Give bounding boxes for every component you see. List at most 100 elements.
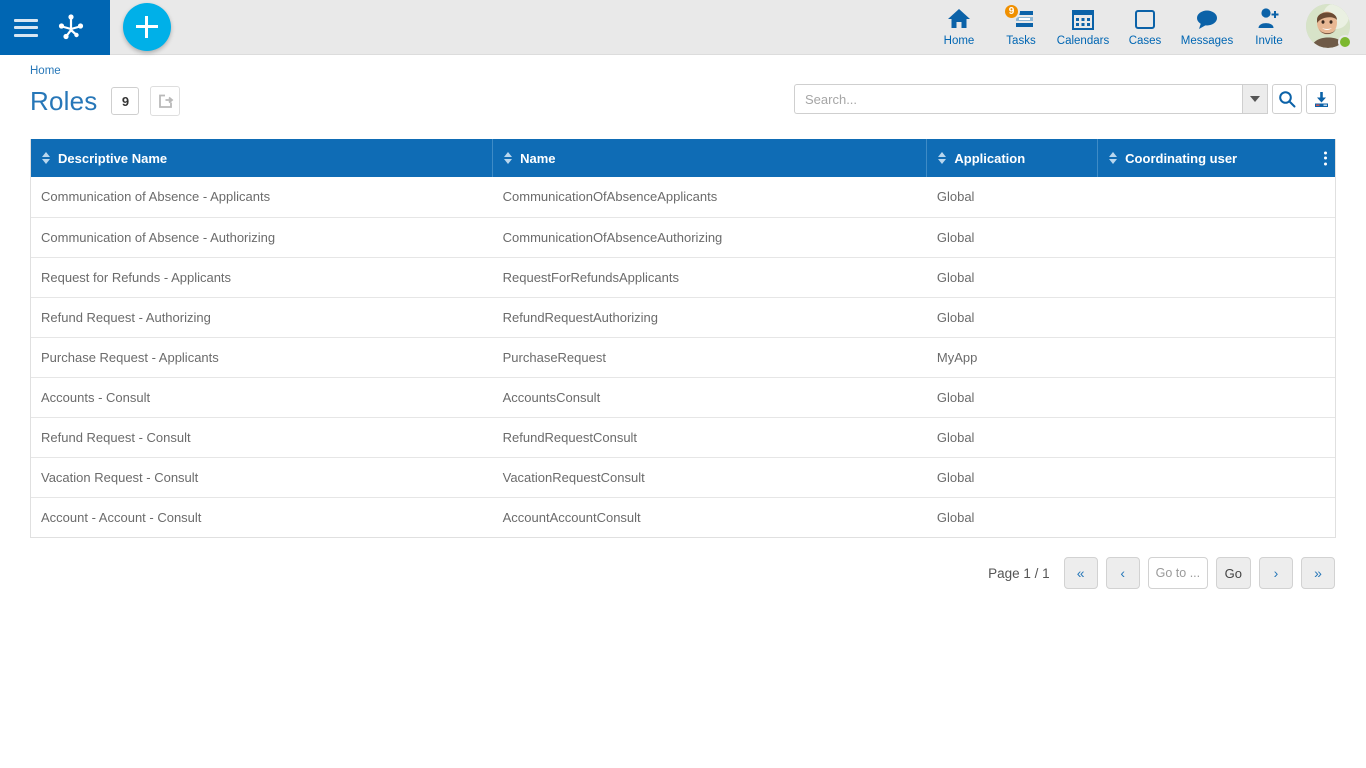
nav-item-calendars[interactable]: Calendars bbox=[1052, 0, 1114, 52]
page-indicator: Page 1 / 1 bbox=[988, 565, 1050, 581]
calendar-icon bbox=[1071, 6, 1095, 32]
sort-icon[interactable] bbox=[937, 152, 946, 164]
cell-descriptive-name: Request for Refunds - Applicants bbox=[31, 257, 493, 298]
nav-item-cases[interactable]: Cases bbox=[1114, 0, 1176, 52]
search-options-dropdown[interactable] bbox=[1242, 84, 1268, 114]
previous-page-button[interactable]: ‹ bbox=[1105, 557, 1140, 589]
roles-table: Descriptive Name Name Application Coordi… bbox=[30, 139, 1336, 538]
cell-descriptive-name: Accounts - Consult bbox=[31, 377, 493, 418]
share-export-button[interactable] bbox=[150, 86, 181, 116]
search-bar bbox=[794, 84, 1336, 114]
cell-name: RequestForRefundsApplicants bbox=[492, 257, 927, 298]
column-header-coordinating-user[interactable]: Coordinating user bbox=[1097, 139, 1335, 177]
cell-coordinating-user bbox=[1097, 497, 1335, 537]
nav-label-messages: Messages bbox=[1180, 35, 1234, 47]
page-header-row: Roles 9 bbox=[30, 77, 1336, 125]
messages-icon bbox=[1194, 6, 1220, 32]
go-button[interactable]: Go bbox=[1215, 557, 1251, 589]
cell-coordinating-user bbox=[1097, 257, 1335, 298]
cell-name: CommunicationOfAbsenceApplicants bbox=[492, 177, 927, 218]
cell-name: AccountAccountConsult bbox=[492, 497, 927, 537]
column-label: Name bbox=[520, 150, 556, 166]
tasks-badge: 9 bbox=[1003, 3, 1020, 20]
column-label: Descriptive Name bbox=[58, 150, 168, 166]
cell-application: Global bbox=[926, 417, 1098, 458]
export-download-button[interactable] bbox=[1306, 84, 1336, 114]
cell-name: RefundRequestConsult bbox=[492, 417, 927, 458]
cell-coordinating-user bbox=[1097, 217, 1335, 258]
nav-label-invite: Invite bbox=[1255, 35, 1283, 47]
pagination-controls: Page 1 / 1 « ‹ Go › » bbox=[30, 557, 1336, 589]
breadcrumb[interactable]: Home bbox=[30, 55, 1336, 77]
avatar[interactable] bbox=[1306, 4, 1352, 50]
page-container: Home Roles 9 Search... Descriptive Name … bbox=[0, 55, 1366, 589]
cell-application: Global bbox=[926, 217, 1098, 258]
status-indicator-online bbox=[1338, 35, 1352, 49]
home-icon bbox=[946, 6, 972, 32]
column-label: Coordinating user bbox=[1125, 150, 1238, 166]
nav-item-messages[interactable]: Messages bbox=[1176, 0, 1238, 52]
table-row[interactable]: Accounts - Consult AccountsConsult Globa… bbox=[31, 377, 1335, 418]
search-button[interactable] bbox=[1272, 84, 1302, 114]
nav-label-cases: Cases bbox=[1128, 35, 1162, 47]
cell-name: VacationRequestConsult bbox=[492, 457, 927, 498]
last-page-button[interactable]: » bbox=[1301, 557, 1335, 589]
table-row[interactable]: Communication of Absence - Applicants Co… bbox=[31, 177, 1335, 218]
invite-user-icon bbox=[1256, 6, 1282, 32]
cell-descriptive-name: Communication of Absence - Authorizing bbox=[31, 217, 493, 258]
nav-item-home[interactable]: Home bbox=[928, 0, 990, 52]
cell-name: AccountsConsult bbox=[492, 377, 927, 418]
hamburger-menu-icon[interactable] bbox=[14, 18, 38, 37]
table-row[interactable]: Refund Request - Consult RefundRequestCo… bbox=[31, 417, 1335, 458]
sort-icon[interactable] bbox=[1108, 152, 1117, 164]
table-row[interactable]: Request for Refunds - Applicants Request… bbox=[31, 257, 1335, 298]
sort-icon[interactable] bbox=[503, 152, 512, 164]
cell-descriptive-name: Account - Account - Consult bbox=[31, 497, 493, 537]
cell-application: Global bbox=[926, 177, 1098, 218]
table-row[interactable]: Refund Request - Authorizing RefundReque… bbox=[31, 297, 1335, 338]
nav-label-tasks: Tasks bbox=[1006, 35, 1036, 47]
page-title: Roles bbox=[30, 85, 98, 116]
cell-name: CommunicationOfAbsenceAuthorizing bbox=[492, 217, 927, 258]
cases-icon bbox=[1134, 6, 1156, 32]
cell-descriptive-name: Refund Request - Authorizing bbox=[31, 297, 493, 338]
cell-coordinating-user bbox=[1097, 177, 1335, 218]
table-row[interactable]: Vacation Request - Consult VacationReque… bbox=[31, 457, 1335, 498]
topbar-nav-items: Home 9 Tasks Calendars Cases Messages In… bbox=[928, 0, 1366, 55]
cell-application: Global bbox=[926, 377, 1098, 418]
cell-coordinating-user bbox=[1097, 457, 1335, 498]
chevron-down-icon bbox=[1250, 95, 1260, 102]
column-header-application[interactable]: Application bbox=[926, 139, 1099, 177]
goto-page-input[interactable] bbox=[1147, 557, 1208, 589]
brand-block bbox=[0, 0, 110, 55]
column-header-descriptive-name[interactable]: Descriptive Name bbox=[31, 139, 494, 177]
table-row[interactable]: Account - Account - Consult AccountAccou… bbox=[31, 497, 1335, 537]
sort-icon[interactable] bbox=[41, 152, 50, 164]
app-logo-icon[interactable] bbox=[54, 11, 88, 45]
nav-label-home: Home bbox=[943, 35, 975, 47]
add-new-button[interactable] bbox=[123, 3, 171, 51]
cell-descriptive-name: Refund Request - Consult bbox=[31, 417, 493, 458]
table-row[interactable]: Purchase Request - Applicants PurchaseRe… bbox=[31, 337, 1335, 378]
cell-coordinating-user bbox=[1097, 337, 1335, 378]
table-row[interactable]: Communication of Absence - Authorizing C… bbox=[31, 217, 1335, 258]
tasks-icon: 9 bbox=[1003, 3, 1035, 32]
nav-item-invite[interactable]: Invite bbox=[1238, 0, 1300, 52]
next-page-button[interactable]: › bbox=[1259, 557, 1293, 589]
nav-label-calendars: Calendars bbox=[1056, 35, 1110, 47]
table-header-row: Descriptive Name Name Application Coordi… bbox=[31, 139, 1335, 177]
first-page-button[interactable]: « bbox=[1063, 557, 1098, 589]
more-options-icon[interactable] bbox=[1324, 149, 1327, 168]
record-count-badge: 9 bbox=[111, 87, 140, 115]
cell-descriptive-name: Communication of Absence - Applicants bbox=[31, 177, 493, 218]
column-header-name[interactable]: Name bbox=[492, 139, 928, 177]
top-navigation-bar: Home 9 Tasks Calendars Cases Messages In… bbox=[0, 0, 1366, 55]
column-label: Application bbox=[954, 150, 1026, 166]
cell-coordinating-user bbox=[1097, 297, 1335, 338]
nav-item-tasks[interactable]: 9 Tasks bbox=[990, 0, 1052, 52]
cell-name: RefundRequestAuthorizing bbox=[492, 297, 927, 338]
cell-descriptive-name: Purchase Request - Applicants bbox=[31, 337, 493, 378]
search-input[interactable] bbox=[794, 84, 1242, 114]
table-body: Communication of Absence - Applicants Co… bbox=[31, 177, 1335, 537]
cell-coordinating-user bbox=[1097, 417, 1335, 458]
